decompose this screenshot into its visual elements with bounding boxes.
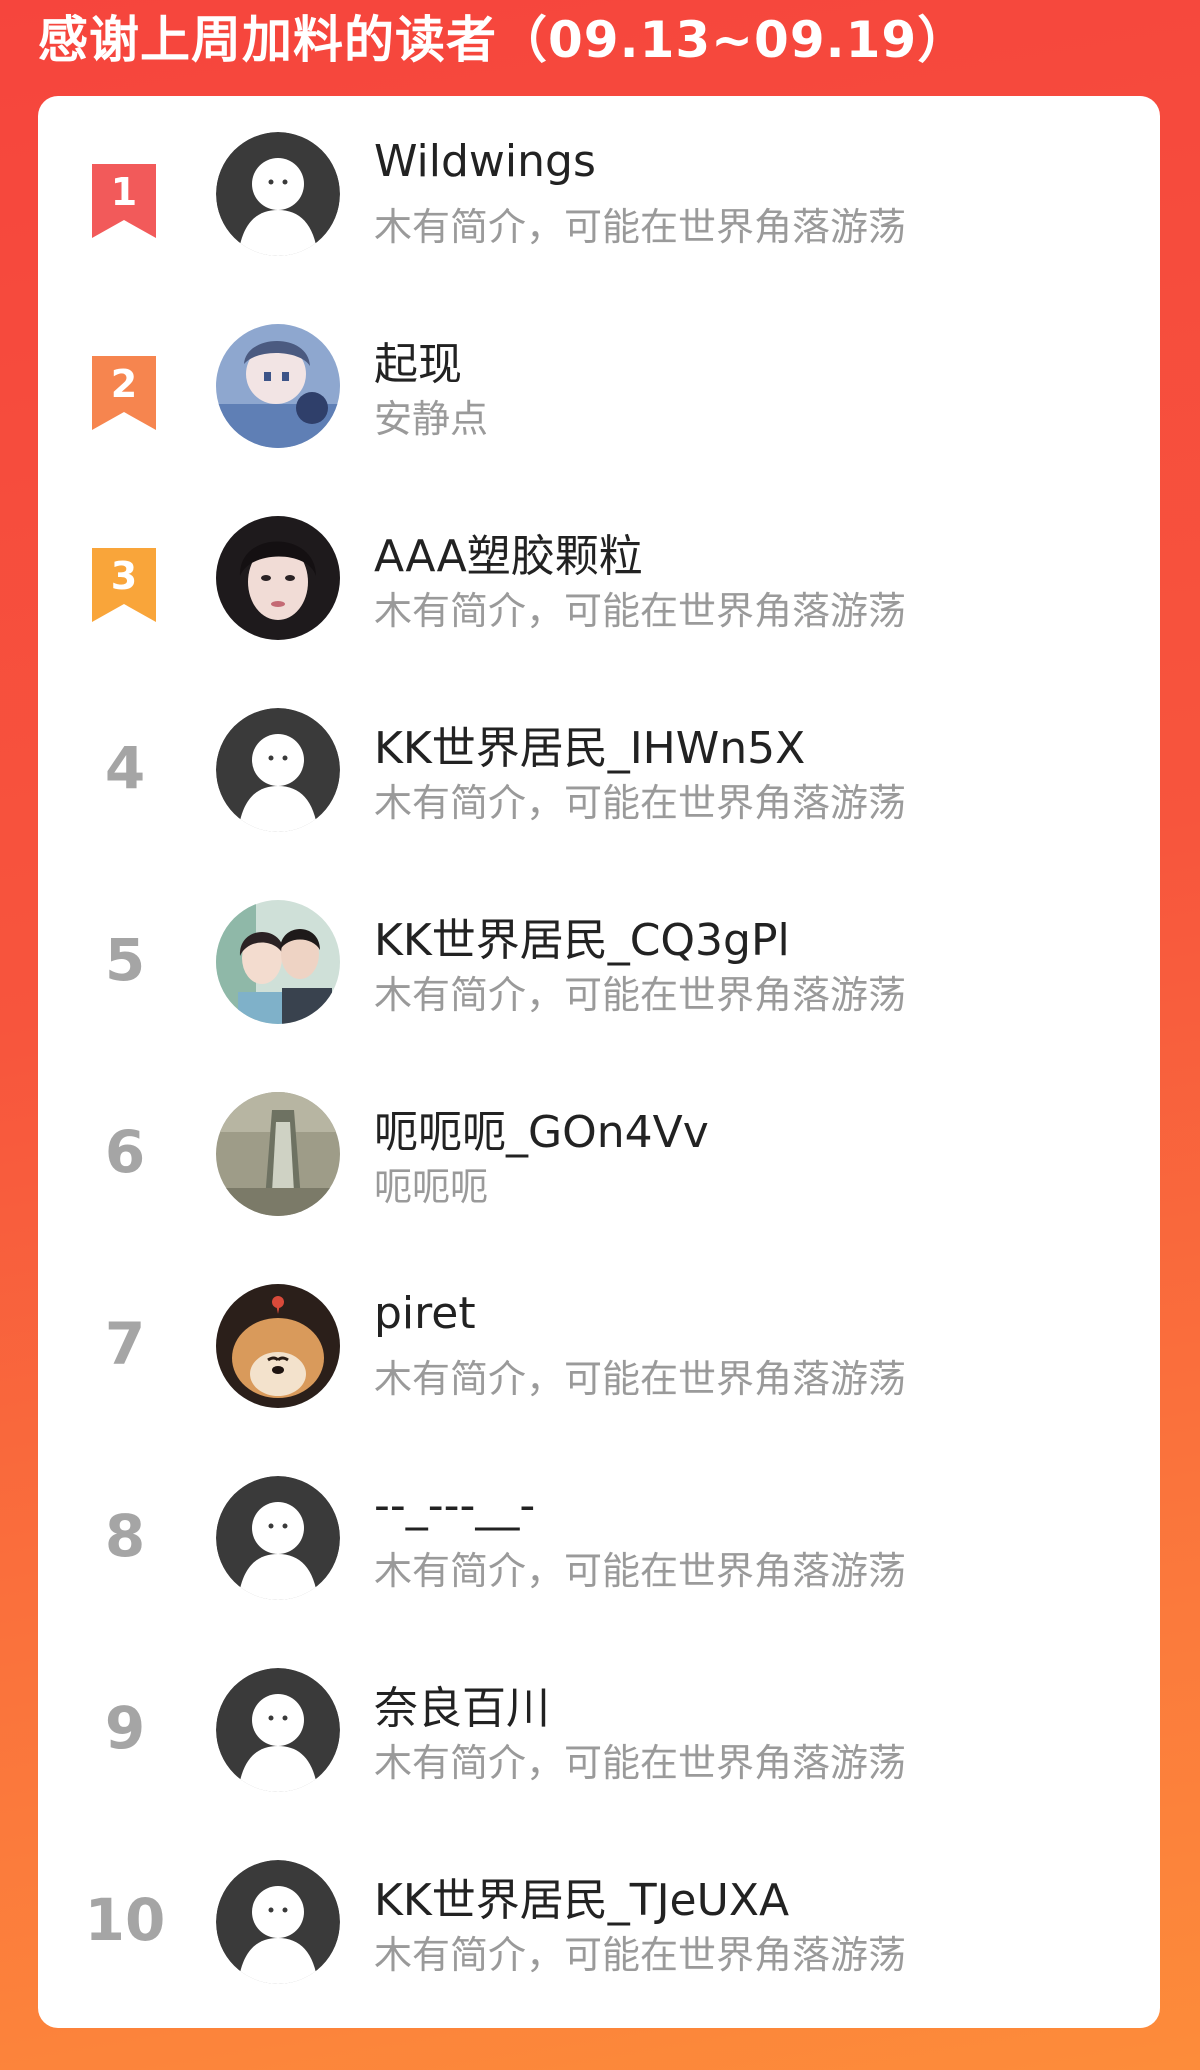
reader-bio: 木有简介，可能在世界角落游荡: [374, 1357, 907, 1401]
list-item[interactable]: 8 --_---__- 木有简介，可能在世界角落游荡: [38, 1440, 1160, 1632]
reader-name[interactable]: KK世界居民_IHWn5X: [374, 712, 805, 776]
reader-name[interactable]: Wildwings: [374, 136, 596, 187]
list-item[interactable]: 3 AAA塑胶颗粒 木有简介，可能在世界角落游荡: [38, 480, 1160, 672]
default-avatar-icon[interactable]: [216, 1860, 340, 1984]
reader-name[interactable]: AAA塑胶颗粒: [374, 520, 643, 584]
list-item[interactable]: 5 KK世界居民_CQ3gPl 木有简介，可能在世界角落游荡: [38, 864, 1160, 1056]
default-avatar-icon[interactable]: [216, 1476, 340, 1600]
photo-avatar[interactable]: [216, 1092, 340, 1216]
rank-number: 4: [104, 734, 146, 802]
list-item[interactable]: 4 KK世界居民_IHWn5X 木有简介，可能在世界角落游荡: [38, 672, 1160, 864]
reader-bio: 安静点: [374, 397, 489, 441]
default-avatar-icon[interactable]: [216, 132, 340, 256]
rank-number: 1: [110, 170, 138, 214]
reader-name[interactable]: 起现: [374, 328, 462, 392]
portrait-avatar[interactable]: [216, 516, 340, 640]
rank-number: 3: [110, 554, 138, 598]
reader-bio: 木有简介，可能在世界角落游荡: [374, 1741, 907, 1785]
rank-number: 2: [110, 362, 138, 406]
rank-number: 8: [104, 1502, 146, 1570]
reader-ranking-list: 1 Wildwings 木有简介，可能在世界角落游荡 2 起现 安静点 3 AA…: [38, 96, 1160, 2028]
reader-bio: 木有简介，可能在世界角落游荡: [374, 1549, 907, 1593]
reader-bio: 木有简介，可能在世界角落游荡: [374, 589, 907, 633]
reader-name[interactable]: piret: [374, 1288, 476, 1339]
reader-name[interactable]: KK世界居民_TJeUXA: [374, 1864, 789, 1928]
page-title: 感谢上周加料的读者（09.13~09.19）: [38, 11, 969, 69]
shiba-dog-avatar[interactable]: [216, 1284, 340, 1408]
list-item[interactable]: 10 KK世界居民_TJeUXA 木有简介，可能在世界角落游荡: [38, 1824, 1160, 2016]
reader-name[interactable]: KK世界居民_CQ3gPl: [374, 904, 790, 968]
reader-bio: 木有简介，可能在世界角落游荡: [374, 205, 907, 249]
reader-name[interactable]: --_---__-: [374, 1480, 535, 1531]
rank-number: 10: [84, 1886, 166, 1954]
reader-name[interactable]: 奈良百川: [374, 1672, 550, 1736]
default-avatar-icon[interactable]: [216, 1668, 340, 1792]
couple-photo-avatar[interactable]: [216, 900, 340, 1024]
rank-number: 7: [104, 1310, 146, 1378]
reader-name[interactable]: 呃呃呃_GOn4Vv: [374, 1096, 709, 1160]
reader-bio: 木有简介，可能在世界角落游荡: [374, 1933, 907, 1977]
default-avatar-icon[interactable]: [216, 708, 340, 832]
rank-number: 5: [104, 926, 146, 994]
reader-bio: 呃呃呃: [374, 1165, 489, 1209]
list-item[interactable]: 1 Wildwings 木有简介，可能在世界角落游荡: [38, 96, 1160, 288]
list-item[interactable]: 7 piret 木有简介，可能在世界角落游荡: [38, 1248, 1160, 1440]
list-item[interactable]: 2 起现 安静点: [38, 288, 1160, 480]
list-item[interactable]: 6 呃呃呃_GOn4Vv 呃呃呃: [38, 1056, 1160, 1248]
reader-bio: 木有简介，可能在世界角落游荡: [374, 781, 907, 825]
rank-number: 6: [104, 1118, 146, 1186]
list-item[interactable]: 9 奈良百川 木有简介，可能在世界角落游荡: [38, 1632, 1160, 1824]
reader-bio: 木有简介，可能在世界角落游荡: [374, 973, 907, 1017]
anime-avatar[interactable]: [216, 324, 340, 448]
rank-number: 9: [104, 1694, 146, 1762]
